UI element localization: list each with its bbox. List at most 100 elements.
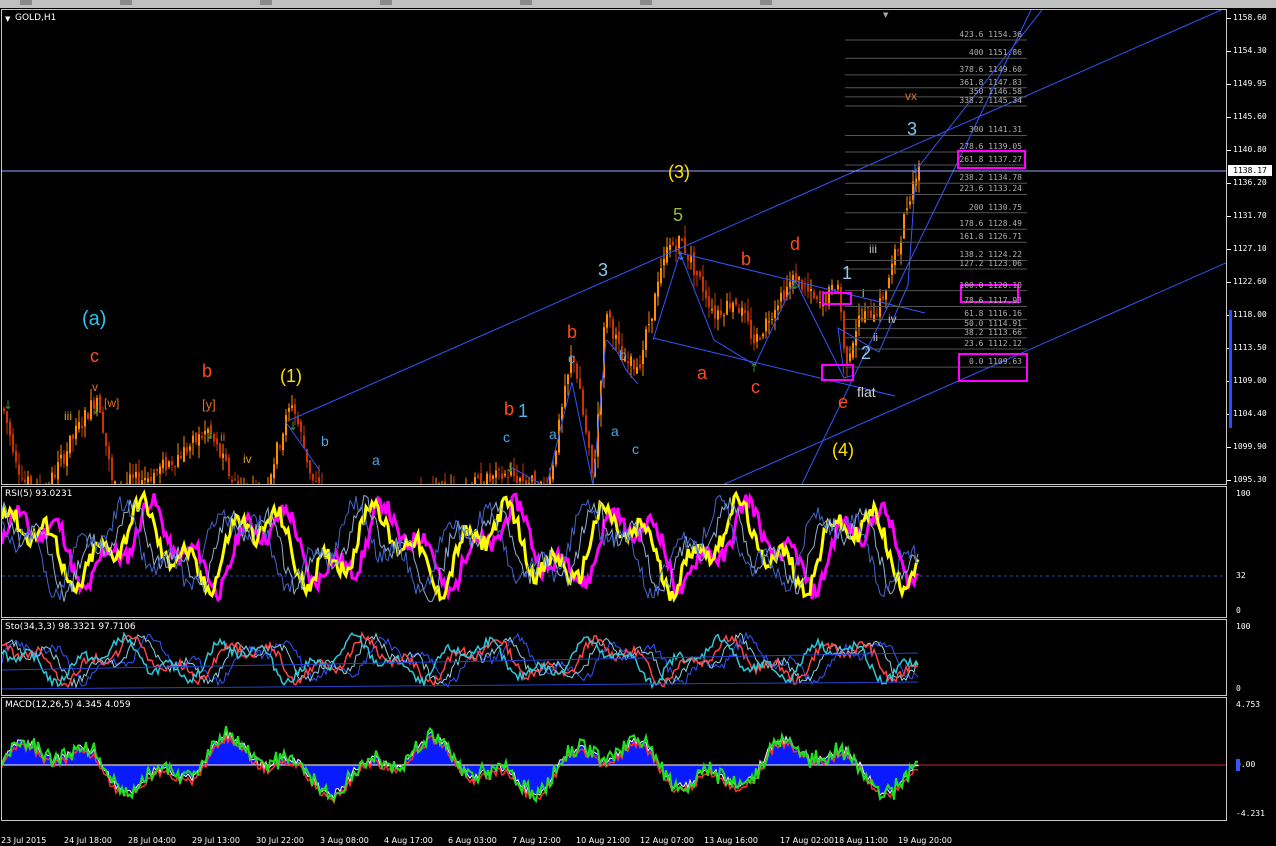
stochastic-canvas [2, 630, 919, 690]
candle-body [102, 411, 104, 433]
candle-body [894, 249, 896, 265]
candle-body [852, 342, 854, 358]
candle-body [27, 476, 29, 484]
candle-body [876, 314, 878, 316]
toolbar-button[interactable] [640, 0, 652, 5]
candle-body [168, 461, 170, 467]
candle-body [717, 310, 719, 320]
candle-body [705, 290, 707, 299]
candle-body [579, 378, 581, 389]
candle-body [819, 301, 821, 303]
toolbar-button[interactable] [20, 0, 32, 5]
candle-body [57, 462, 59, 480]
candle-body [903, 214, 905, 239]
candle-body [12, 434, 14, 453]
wave-label: 5 [673, 205, 684, 225]
candle-body [219, 443, 221, 457]
wave-e-highlight-box [821, 364, 854, 381]
candle-body [615, 334, 617, 339]
rsi-canvas [2, 489, 1226, 603]
svg-text:↓: ↓ [910, 162, 920, 176]
candle-body [567, 374, 569, 385]
fib-label: 78.6 1117.93 [964, 296, 1022, 306]
scroll-marker[interactable] [1229, 310, 1232, 428]
fib-label: 178.6 1128.49 [959, 219, 1022, 229]
candle-body [78, 421, 80, 430]
candle-body [756, 334, 758, 342]
candle-body [138, 472, 140, 484]
fib-label: 38.2 1113.66 [964, 327, 1022, 337]
candle-body [108, 446, 110, 460]
candle-body [678, 235, 680, 248]
candle-body [588, 431, 590, 448]
candle-body [153, 472, 155, 484]
candle-body [105, 432, 107, 446]
candle-body [750, 320, 752, 339]
candle-body [87, 412, 89, 420]
candle-body [495, 470, 497, 478]
fib-label: 378.6 1149.60 [959, 64, 1022, 74]
candle-body [315, 481, 317, 483]
toolbar-button[interactable] [260, 0, 272, 5]
candle-body [651, 318, 653, 321]
candle-body [51, 472, 53, 484]
candle-body [831, 284, 833, 291]
candle-body [6, 411, 8, 423]
toolbar-button[interactable] [520, 0, 532, 5]
candle-body [489, 473, 491, 482]
candle-body [198, 434, 200, 446]
candle-body [759, 337, 761, 340]
candle-body [690, 256, 692, 263]
candle-body [270, 474, 272, 484]
wave-label: 3 [598, 260, 609, 280]
toolbar-button[interactable] [380, 0, 392, 5]
candle-body [18, 464, 20, 475]
candle-body [72, 434, 74, 439]
svg-text:↓: ↓ [205, 428, 215, 442]
svg-text:↓: ↓ [505, 461, 515, 475]
wave-label: b [741, 249, 752, 269]
candle-body [654, 293, 656, 321]
toolbar-button[interactable] [760, 0, 772, 5]
wave-label: vx [905, 89, 917, 103]
candle-body [60, 454, 62, 459]
candle-body [765, 318, 767, 332]
candle-body [276, 442, 278, 465]
candle-body [9, 422, 11, 436]
candle-body [807, 284, 809, 292]
candle-body [192, 435, 194, 443]
wave-label: iv [243, 452, 252, 466]
wave-label: c [90, 346, 99, 366]
candle-body [849, 353, 851, 361]
wave-label: 1 [842, 263, 853, 283]
price-chart-canvas[interactable]: ↓ ↓ ↓ ↓ ↓ ↓ ↓ ↑ ↓ [2, 10, 1226, 484]
candle-body [708, 296, 710, 308]
indicator-line [2, 630, 919, 689]
fib-label: 400 1151.86 [969, 48, 1022, 58]
candle-body [63, 454, 65, 464]
candle-body [282, 433, 284, 451]
candle-body [672, 241, 674, 246]
wave-label: b [504, 399, 515, 419]
wave-label: [w] [104, 396, 120, 410]
candle-body [111, 457, 113, 481]
candle-body [234, 479, 236, 481]
candle-body [801, 279, 803, 290]
candle-body [507, 477, 509, 479]
toolbar-button[interactable] [120, 0, 132, 5]
candle-body [300, 421, 302, 433]
candle-body [813, 291, 815, 299]
svg-text:↓: ↓ [790, 278, 800, 292]
candle-body [663, 258, 665, 266]
candle-body [501, 473, 503, 479]
candle-body [147, 478, 149, 483]
time-axis[interactable]: 23 Jul 2015 24 Jul 18:00 28 Jul 04:00 29… [0, 834, 1276, 846]
candle-body [174, 466, 176, 468]
candle-body [648, 323, 650, 325]
candle-body [237, 480, 239, 484]
candle-body [591, 444, 593, 474]
swing-arrows: ↓ ↓ ↓ ↓ ↓ ↓ ↓ ↑ ↓ [3, 162, 920, 475]
wave-label: i [862, 288, 865, 300]
candle-body [699, 271, 701, 277]
candle-body [84, 410, 86, 427]
